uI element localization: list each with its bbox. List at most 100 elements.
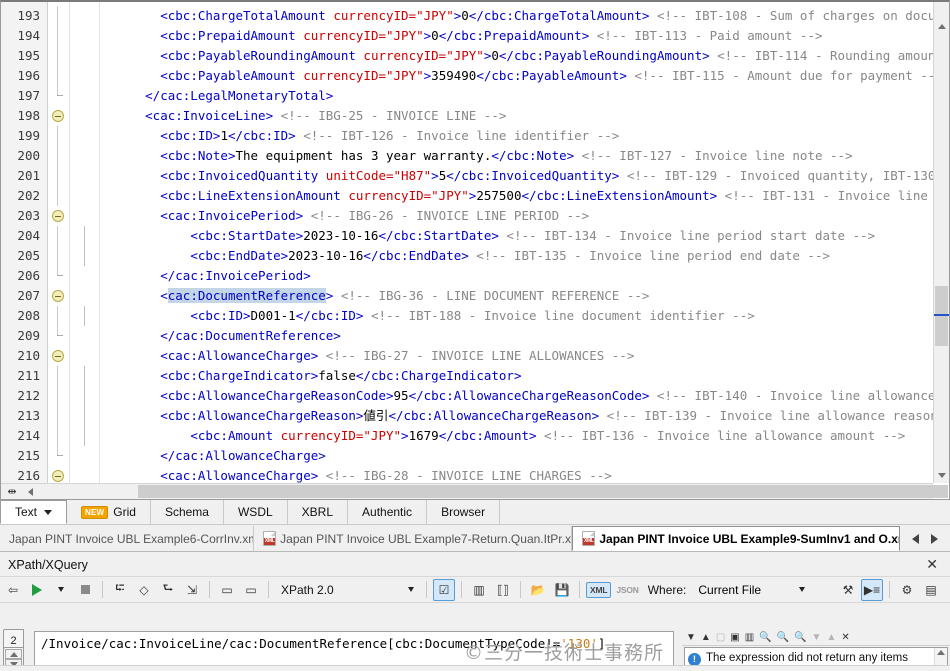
collapse-icon[interactable]: [52, 110, 64, 122]
columns-toggle-icon[interactable]: ▥: [745, 632, 754, 643]
fold-toggle[interactable]: [48, 106, 69, 126]
clear-results-icon[interactable]: ✕: [841, 632, 849, 643]
scroll-down-button[interactable]: [934, 467, 949, 483]
xpath-version-select[interactable]: XPath 2.0: [275, 579, 420, 601]
results-toolbar[interactable]: ▼ ▲ ▢ ▣ ▥ 🔍 🔍 🔍 ▼ ▲ ✕: [682, 629, 950, 646]
code-line[interactable]: <cbc:ID>D001-1</cbc:ID> <!-- IBT-188 - I…: [100, 306, 949, 326]
code-line[interactable]: </cac:InvoicePeriod>: [100, 266, 949, 286]
collapse-icon[interactable]: [52, 350, 64, 362]
document-tab[interactable]: Japan PINT Invoice UBL Example9-SumInv1 …: [572, 526, 900, 551]
xpath-toolbar[interactable]: ⇦ ⮓ ◇ ⮑ ⇲ ▭ ▭ XPath 2.0 ☑ ▥ ⟦⟧ 📂 💾 XML J…: [0, 577, 950, 603]
collapse-all-icon[interactable]: ▲: [701, 632, 711, 643]
find-previous-icon[interactable]: 🔍: [777, 632, 789, 643]
code-line[interactable]: <cbc:PrepaidAmount currencyID="JPY">0</c…: [100, 26, 949, 46]
scroll-left-button[interactable]: [23, 484, 38, 499]
view-tab-text[interactable]: Text: [0, 500, 68, 524]
save-xquery-icon[interactable]: 💾: [551, 579, 573, 601]
open-xquery-icon[interactable]: 📂: [527, 579, 549, 601]
xpath-toolbar-right[interactable]: ⚒ ▶≡ ⚙ ▤: [837, 578, 948, 601]
close-icon[interactable]: ✕: [926, 556, 942, 573]
collapse-icon[interactable]: [52, 210, 64, 222]
code-line[interactable]: <cbc:Note>The equipment has 3 year warra…: [100, 146, 949, 166]
fold-toggle[interactable]: [48, 346, 69, 366]
scroll-up-button[interactable]: [934, 18, 949, 34]
view-tab-browser[interactable]: Browser: [427, 500, 501, 524]
find-next-icon[interactable]: 🔍: [794, 632, 806, 643]
rail-up-icon[interactable]: [5, 649, 22, 659]
back-arrow-icon[interactable]: ⇦: [2, 579, 24, 601]
vertical-scroll-thumb[interactable]: [935, 286, 948, 346]
document-tab[interactable]: Japan PINT Invoice UBL Example6-CorrInv.…: [0, 526, 255, 551]
fold-toggle[interactable]: [48, 286, 69, 306]
code-line[interactable]: <cac:AllowanceCharge> <!-- IBG-27 - INVO…: [100, 346, 949, 366]
execute-options-dropdown[interactable]: [50, 579, 72, 601]
code-line[interactable]: <cbc:ChargeTotalAmount currencyID="JPY">…: [100, 6, 949, 26]
goto-cursor-icon[interactable]: ⇲: [181, 579, 203, 601]
view-tab-grid[interactable]: NEW Grid: [67, 500, 151, 524]
code-line[interactable]: </cac:AllowanceCharge>: [100, 446, 949, 466]
collapse-icon[interactable]: [52, 290, 64, 302]
execute-button[interactable]: [26, 579, 48, 601]
editor-horizontal-scrollbar[interactable]: ⇹: [1, 483, 948, 499]
code-line[interactable]: </cac:DocumentReference>: [100, 326, 949, 346]
breakpoint-blue-icon[interactable]: ▭: [240, 579, 262, 601]
columns-icon[interactable]: ▤: [920, 579, 942, 601]
code-line[interactable]: <cbc:LineExtensionAmount currencyID="JPY…: [100, 186, 949, 206]
scope-select[interactable]: Current File: [694, 579, 809, 601]
fold-toggle[interactable]: [48, 206, 69, 226]
code-content[interactable]: <cbc:ChargeTotalAmount currencyID="JPY">…: [100, 2, 949, 499]
document-tab[interactable]: Japan PINT Invoice UBL Example7-Return.Q…: [254, 526, 573, 551]
view-tab-wsdl[interactable]: WSDL: [224, 500, 288, 524]
code-line[interactable]: <cac:InvoiceLine> <!-- IBG-25 - INVOICE …: [100, 106, 949, 126]
next-result-icon[interactable]: ▼: [812, 632, 822, 643]
view-tab-schema[interactable]: Schema: [151, 500, 224, 524]
code-line[interactable]: <cac:InvoicePeriod> <!-- IBG-26 - INVOIC…: [100, 206, 949, 226]
json-mode-button[interactable]: JSON: [613, 583, 641, 597]
step-over-icon[interactable]: ◇: [133, 579, 155, 601]
chevron-down-icon[interactable]: [44, 509, 53, 515]
code-line[interactable]: </cac:LegalMonetaryTotal>: [100, 86, 949, 106]
next-tab-icon[interactable]: [931, 533, 938, 544]
code-line[interactable]: <cbc:Amount currencyID="JPY">1679</cbc:A…: [100, 426, 949, 446]
stop-button[interactable]: [74, 579, 96, 601]
copy-all-icon[interactable]: ▣: [730, 632, 739, 643]
step-out-icon[interactable]: ⮑: [157, 579, 179, 601]
code-line[interactable]: <cbc:ChargeIndicator>false</cbc:ChargeIn…: [100, 366, 949, 386]
document-tab-bar[interactable]: Japan PINT Invoice UBL Example6-CorrInv.…: [0, 526, 950, 552]
step-into-icon[interactable]: ⮓: [109, 579, 131, 601]
xml-mode-button[interactable]: XML: [586, 581, 612, 598]
gear-icon[interactable]: ⚙: [896, 579, 918, 601]
breakpoint-red-icon[interactable]: ▭: [216, 579, 238, 601]
horizontal-scroll-thumb[interactable]: [138, 485, 948, 498]
horizontal-split-icon[interactable]: ⇹: [1, 484, 23, 499]
code-scroll-area[interactable]: 193 194 195 196 197 198 199 200 201 202 203 204 205 2…: [1, 2, 949, 499]
code-line[interactable]: <cbc:ID>1</cbc:ID> <!-- IBT-126 - Invoic…: [100, 126, 949, 146]
code-line[interactable]: <cac:DocumentReference> <!-- IBG-36 - LI…: [100, 286, 949, 306]
view-tab-xbrl[interactable]: XBRL: [288, 500, 349, 524]
editor-view-tabs[interactable]: Text NEW Grid Schema WSDL XBRL Authentic Browse…: [0, 500, 950, 525]
view-tab-authentic[interactable]: Authentic: [348, 500, 428, 524]
code-line[interactable]: <cbc:PayableAmount currencyID="JPY">3594…: [100, 66, 949, 86]
editor-vertical-scrollbar[interactable]: [933, 2, 949, 483]
expand-all-icon[interactable]: ▼: [686, 632, 696, 643]
insert-snippet-icon[interactable]: ▥: [468, 579, 490, 601]
search-icon[interactable]: 🔍: [759, 632, 771, 643]
code-line[interactable]: <cbc:AllowanceChargeReasonCode>95</cbc:A…: [100, 386, 949, 406]
code-line[interactable]: <cbc:PayableRoundingAmount currencyID="J…: [100, 46, 949, 66]
text-field-icon[interactable]: ⟦⟧: [492, 579, 514, 601]
code-line[interactable]: <cbc:EndDate>2023-10-16</cbc:EndDate> <!…: [100, 246, 949, 266]
previous-result-icon[interactable]: ▲: [826, 632, 836, 643]
code-folding-gutter[interactable]: [48, 2, 70, 499]
xml-text-editor[interactable]: 193 194 195 196 197 198 199 200 201 202 203 204 205 2…: [0, 0, 950, 500]
build-tools-icon[interactable]: ⚒: [837, 579, 859, 601]
horizontal-scroll-track[interactable]: [38, 484, 948, 499]
code-line[interactable]: <cbc:AllowanceChargeReason>値引</cbc:Allow…: [100, 406, 949, 426]
previous-tab-icon[interactable]: [912, 533, 919, 544]
code-line[interactable]: <cbc:StartDate>2023-10-16</cbc:StartDate…: [100, 226, 949, 246]
evaluate-results-icon[interactable]: ▶≡: [861, 578, 883, 601]
code-line[interactable]: <cbc:InvoicedQuantity unitCode="H87">5</…: [100, 166, 949, 186]
results-scrollbar[interactable]: [934, 648, 947, 666]
document-tab-nav[interactable]: [900, 526, 950, 551]
copy-item-icon[interactable]: ▢: [716, 632, 725, 643]
evaluate-on-typing-button[interactable]: ☑: [433, 578, 455, 601]
